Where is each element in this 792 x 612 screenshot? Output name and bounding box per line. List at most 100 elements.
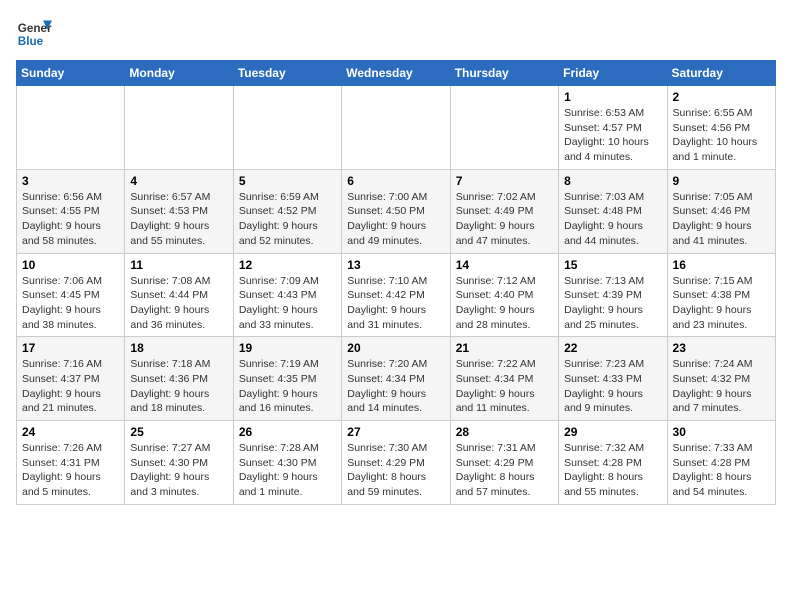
day-detail: Sunrise: 7:18 AM Sunset: 4:36 PM Dayligh… — [130, 357, 227, 416]
day-detail: Sunrise: 7:00 AM Sunset: 4:50 PM Dayligh… — [347, 190, 444, 249]
logo-icon: General Blue — [16, 16, 52, 52]
day-number: 23 — [673, 341, 770, 355]
calendar-week-row: 3 Sunrise: 6:56 AM Sunset: 4:55 PM Daylig… — [17, 169, 776, 253]
day-number: 30 — [673, 425, 770, 439]
day-number: 5 — [239, 174, 336, 188]
calendar-cell: 9 Sunrise: 7:05 AM Sunset: 4:46 PM Daylig… — [667, 169, 775, 253]
day-detail: Sunrise: 7:19 AM Sunset: 4:35 PM Dayligh… — [239, 357, 336, 416]
day-detail: Sunrise: 7:15 AM Sunset: 4:38 PM Dayligh… — [673, 274, 770, 333]
calendar-header-monday: Monday — [125, 61, 233, 86]
day-number: 6 — [347, 174, 444, 188]
day-detail: Sunrise: 7:12 AM Sunset: 4:40 PM Dayligh… — [456, 274, 553, 333]
day-detail: Sunrise: 6:55 AM Sunset: 4:56 PM Dayligh… — [673, 106, 770, 165]
calendar-cell: 13 Sunrise: 7:10 AM Sunset: 4:42 PM Dayli… — [342, 253, 450, 337]
day-number: 1 — [564, 90, 661, 104]
day-detail: Sunrise: 6:59 AM Sunset: 4:52 PM Dayligh… — [239, 190, 336, 249]
day-detail: Sunrise: 7:13 AM Sunset: 4:39 PM Dayligh… — [564, 274, 661, 333]
calendar-cell: 24 Sunrise: 7:26 AM Sunset: 4:31 PM Dayli… — [17, 421, 125, 505]
day-number: 29 — [564, 425, 661, 439]
day-detail: Sunrise: 7:09 AM Sunset: 4:43 PM Dayligh… — [239, 274, 336, 333]
calendar-cell: 20 Sunrise: 7:20 AM Sunset: 4:34 PM Dayli… — [342, 337, 450, 421]
calendar-header-friday: Friday — [559, 61, 667, 86]
day-number: 16 — [673, 258, 770, 272]
day-detail: Sunrise: 7:10 AM Sunset: 4:42 PM Dayligh… — [347, 274, 444, 333]
day-number: 19 — [239, 341, 336, 355]
logo: General Blue — [16, 16, 56, 52]
calendar-week-row: 10 Sunrise: 7:06 AM Sunset: 4:45 PM Dayli… — [17, 253, 776, 337]
calendar-cell: 12 Sunrise: 7:09 AM Sunset: 4:43 PM Dayli… — [233, 253, 341, 337]
day-detail: Sunrise: 7:30 AM Sunset: 4:29 PM Dayligh… — [347, 441, 444, 500]
calendar-header-tuesday: Tuesday — [233, 61, 341, 86]
day-detail: Sunrise: 7:03 AM Sunset: 4:48 PM Dayligh… — [564, 190, 661, 249]
calendar-cell: 1 Sunrise: 6:53 AM Sunset: 4:57 PM Daylig… — [559, 86, 667, 170]
calendar-cell — [125, 86, 233, 170]
day-number: 9 — [673, 174, 770, 188]
calendar-cell: 14 Sunrise: 7:12 AM Sunset: 4:40 PM Dayli… — [450, 253, 558, 337]
calendar-cell: 28Sunrise: 7:31 AM Sunset: 4:29 PM Dayli… — [450, 421, 558, 505]
day-number: 13 — [347, 258, 444, 272]
calendar-cell — [450, 86, 558, 170]
calendar-cell: 4Sunrise: 6:57 AM Sunset: 4:53 PM Daylig… — [125, 169, 233, 253]
calendar-cell: 2 Sunrise: 6:55 AM Sunset: 4:56 PM Daylig… — [667, 86, 775, 170]
day-detail: Sunrise: 7:05 AM Sunset: 4:46 PM Dayligh… — [673, 190, 770, 249]
day-detail: Sunrise: 7:02 AM Sunset: 4:49 PM Dayligh… — [456, 190, 553, 249]
day-detail: Sunrise: 7:20 AM Sunset: 4:34 PM Dayligh… — [347, 357, 444, 416]
calendar-header-row: SundayMondayTuesdayWednesdayThursdayFrid… — [17, 61, 776, 86]
calendar-week-row: 1 Sunrise: 6:53 AM Sunset: 4:57 PM Daylig… — [17, 86, 776, 170]
day-number: 24 — [22, 425, 119, 439]
calendar-cell — [233, 86, 341, 170]
calendar-week-row: 17 Sunrise: 7:16 AM Sunset: 4:37 PM Dayli… — [17, 337, 776, 421]
day-detail: Sunrise: 7:06 AM Sunset: 4:45 PM Dayligh… — [22, 274, 119, 333]
day-detail: Sunrise: 7:22 AM Sunset: 4:34 PM Dayligh… — [456, 357, 553, 416]
calendar-cell: 16 Sunrise: 7:15 AM Sunset: 4:38 PM Dayli… — [667, 253, 775, 337]
day-detail: Sunrise: 7:27 AM Sunset: 4:30 PM Dayligh… — [130, 441, 227, 500]
svg-text:Blue: Blue — [18, 35, 44, 48]
calendar-cell: 29 Sunrise: 7:32 AM Sunset: 4:28 PM Dayli… — [559, 421, 667, 505]
calendar-header-wednesday: Wednesday — [342, 61, 450, 86]
day-number: 3 — [22, 174, 119, 188]
day-detail: Sunrise: 7:23 AM Sunset: 4:33 PM Dayligh… — [564, 357, 661, 416]
calendar-cell: 18 Sunrise: 7:18 AM Sunset: 4:36 PM Dayli… — [125, 337, 233, 421]
calendar-cell: 8 Sunrise: 7:03 AM Sunset: 4:48 PM Daylig… — [559, 169, 667, 253]
calendar-cell: 6 Sunrise: 7:00 AM Sunset: 4:50 PM Daylig… — [342, 169, 450, 253]
calendar-cell — [17, 86, 125, 170]
day-number: 28 — [456, 425, 553, 439]
day-number: 17 — [22, 341, 119, 355]
day-number: 11 — [130, 258, 227, 272]
day-number: 25 — [130, 425, 227, 439]
calendar-cell: 17 Sunrise: 7:16 AM Sunset: 4:37 PM Dayli… — [17, 337, 125, 421]
day-number: 21 — [456, 341, 553, 355]
day-number: 10 — [22, 258, 119, 272]
calendar-cell: 10 Sunrise: 7:06 AM Sunset: 4:45 PM Dayli… — [17, 253, 125, 337]
day-number: 2 — [673, 90, 770, 104]
day-detail: Sunrise: 6:56 AM Sunset: 4:55 PM Dayligh… — [22, 190, 119, 249]
calendar-cell: 19 Sunrise: 7:19 AM Sunset: 4:35 PM Dayli… — [233, 337, 341, 421]
day-detail: Sunrise: 7:33 AM Sunset: 4:28 PM Dayligh… — [673, 441, 770, 500]
day-number: 12 — [239, 258, 336, 272]
day-number: 22 — [564, 341, 661, 355]
day-number: 14 — [456, 258, 553, 272]
calendar-cell: 25 Sunrise: 7:27 AM Sunset: 4:30 PM Dayli… — [125, 421, 233, 505]
day-number: 20 — [347, 341, 444, 355]
calendar-cell: 27Sunrise: 7:30 AM Sunset: 4:29 PM Dayli… — [342, 421, 450, 505]
day-detail: Sunrise: 7:26 AM Sunset: 4:31 PM Dayligh… — [22, 441, 119, 500]
calendar-header-saturday: Saturday — [667, 61, 775, 86]
day-number: 8 — [564, 174, 661, 188]
calendar-cell: 23Sunrise: 7:24 AM Sunset: 4:32 PM Dayli… — [667, 337, 775, 421]
calendar-cell: 22 Sunrise: 7:23 AM Sunset: 4:33 PM Dayli… — [559, 337, 667, 421]
day-number: 7 — [456, 174, 553, 188]
day-detail: Sunrise: 7:08 AM Sunset: 4:44 PM Dayligh… — [130, 274, 227, 333]
day-detail: Sunrise: 7:16 AM Sunset: 4:37 PM Dayligh… — [22, 357, 119, 416]
day-number: 18 — [130, 341, 227, 355]
calendar-cell: 15Sunrise: 7:13 AM Sunset: 4:39 PM Dayli… — [559, 253, 667, 337]
day-detail: Sunrise: 7:32 AM Sunset: 4:28 PM Dayligh… — [564, 441, 661, 500]
calendar-cell: 7 Sunrise: 7:02 AM Sunset: 4:49 PM Daylig… — [450, 169, 558, 253]
header: General Blue — [16, 16, 776, 52]
calendar-header-sunday: Sunday — [17, 61, 125, 86]
day-detail: Sunrise: 6:53 AM Sunset: 4:57 PM Dayligh… — [564, 106, 661, 165]
calendar-cell: 21 Sunrise: 7:22 AM Sunset: 4:34 PM Dayli… — [450, 337, 558, 421]
calendar-week-row: 24 Sunrise: 7:26 AM Sunset: 4:31 PM Dayli… — [17, 421, 776, 505]
day-number: 26 — [239, 425, 336, 439]
calendar-cell — [342, 86, 450, 170]
calendar-cell: 30 Sunrise: 7:33 AM Sunset: 4:28 PM Dayli… — [667, 421, 775, 505]
